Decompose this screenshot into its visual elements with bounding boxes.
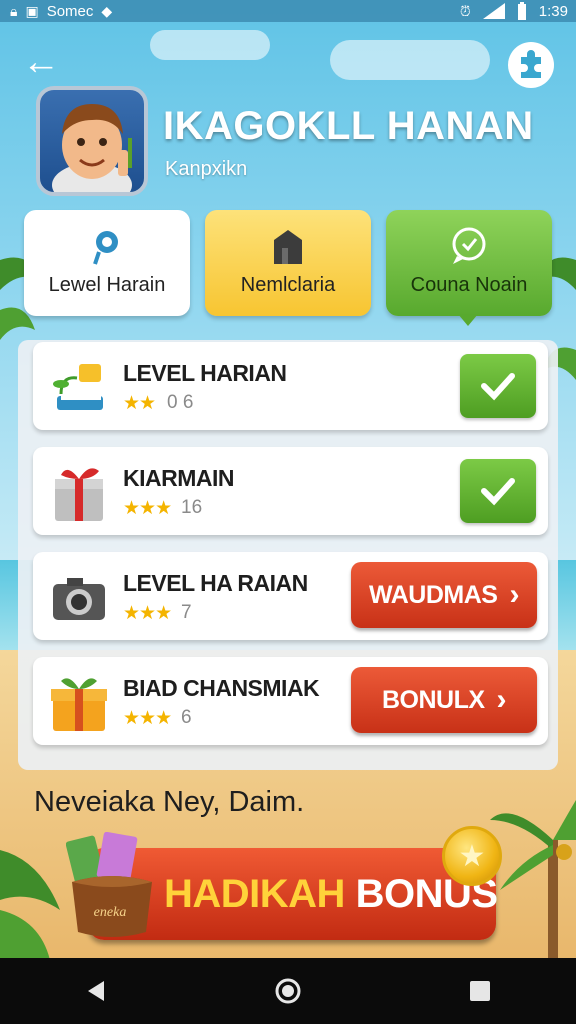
row-score: 16 — [181, 497, 203, 518]
chat-icon — [452, 227, 486, 264]
signal-icon — [482, 3, 505, 19]
palm-tree-bottom-left — [0, 850, 60, 960]
tab-lewel-harain[interactable]: Lewel Harain — [24, 210, 190, 316]
action-button-label: BONULX — [381, 685, 485, 714]
nav-recents-button[interactable] — [450, 966, 510, 1016]
avatar-face-icon — [52, 104, 132, 192]
money-bag-icon: eneka — [66, 832, 152, 937]
row-title: LEVEL HA RAIAN — [123, 570, 308, 596]
avatar[interactable] — [36, 86, 148, 196]
profile-subtitle: Kanpxikn — [165, 158, 248, 180]
star-rating: ★★ — [123, 393, 156, 414]
building-icon — [274, 230, 302, 264]
row-title: KIARMAIN — [123, 465, 235, 491]
lock-icon: 🔒︎ — [10, 2, 18, 19]
tab-couna-noain[interactable]: Couna Noain — [386, 210, 552, 316]
action-button[interactable]: WAUDMAS › — [351, 562, 537, 628]
bag-text: eneka — [94, 905, 127, 920]
circle-home-icon — [275, 978, 301, 1004]
puzzle-button[interactable] — [508, 42, 554, 88]
coin-icon: ★ — [442, 826, 502, 886]
gift-box-icon — [51, 678, 107, 731]
star-rating: ★★★ — [123, 498, 172, 519]
nav-back-button[interactable] — [66, 966, 126, 1016]
tab-label: Nemlclaria — [240, 274, 336, 296]
row-score: 7 — [181, 602, 192, 623]
tab-label: Lewel Harain — [48, 274, 166, 296]
gear-icon — [93, 231, 118, 265]
back-button[interactable]: ← — [20, 42, 62, 84]
row-title: LEVEL HARIAN — [123, 360, 287, 386]
action-button-label: WAUDMAS — [369, 580, 498, 609]
list-item[interactable]: BIAD CHANSMIAK ★★★ 6 BONULX › — [33, 657, 548, 745]
check-button[interactable] — [460, 354, 536, 418]
bonus-action-button[interactable]: BONULX › — [351, 667, 537, 733]
row-score: 6 — [181, 707, 192, 728]
nav-home-button[interactable] — [258, 966, 318, 1016]
check-button[interactable] — [460, 459, 536, 523]
checkmark-icon — [481, 478, 515, 506]
arrow-left-icon: ← — [22, 41, 60, 83]
book-plant-icon — [53, 364, 103, 410]
tab-nemlclaria[interactable]: Nemlclaria — [205, 210, 371, 316]
battery-icon — [517, 2, 526, 20]
camera-icon — [53, 578, 105, 620]
checkmark-icon — [481, 373, 515, 401]
list-item[interactable]: LEVEL HA RAIAN ★★★ 7 WAUDMAS › — [33, 552, 548, 640]
cloud — [150, 30, 270, 60]
clock-time: 1:39 — [538, 2, 568, 20]
selected-tab-pointer — [458, 314, 478, 326]
cloud — [330, 40, 490, 80]
list-item[interactable]: LEVEL HARIAN ★★ 0 6 — [33, 342, 548, 430]
row-score: 0 6 — [167, 392, 194, 413]
row-title: BIAD CHANSMIAK — [123, 675, 320, 701]
carrier-name: Somec — [46, 2, 94, 20]
star-rating: ★★★ — [123, 603, 172, 624]
footer-note: Neveiaka Ney, Daim. — [34, 786, 305, 818]
gift-icon — [55, 468, 103, 521]
alarm-icon: ⏰︎ — [459, 2, 471, 19]
image-icon: ▣ — [25, 2, 39, 19]
tab-label: Couna Noain — [410, 274, 528, 296]
square-recents-icon — [470, 981, 490, 1001]
palm-tree-bottom-right — [490, 800, 576, 960]
status-bar: 🔒︎ ▣ Somec ◆ ⏰︎ 1:39 — [0, 0, 576, 22]
chevron-right-icon: › — [496, 683, 507, 716]
profile-name: IKAGOKLL HANAN — [163, 104, 534, 148]
list-item[interactable]: KIARMAIN ★★★ 16 — [33, 447, 548, 535]
diamond-icon: ◆ — [101, 2, 113, 19]
bonus-label-highlight: HADIKAH — [164, 871, 345, 916]
puzzle-icon — [521, 50, 541, 78]
triangle-back-icon — [88, 981, 104, 1001]
star-rating: ★★★ — [123, 708, 172, 729]
system-navigation-bar — [0, 958, 576, 1024]
chevron-right-icon: › — [509, 578, 519, 611]
